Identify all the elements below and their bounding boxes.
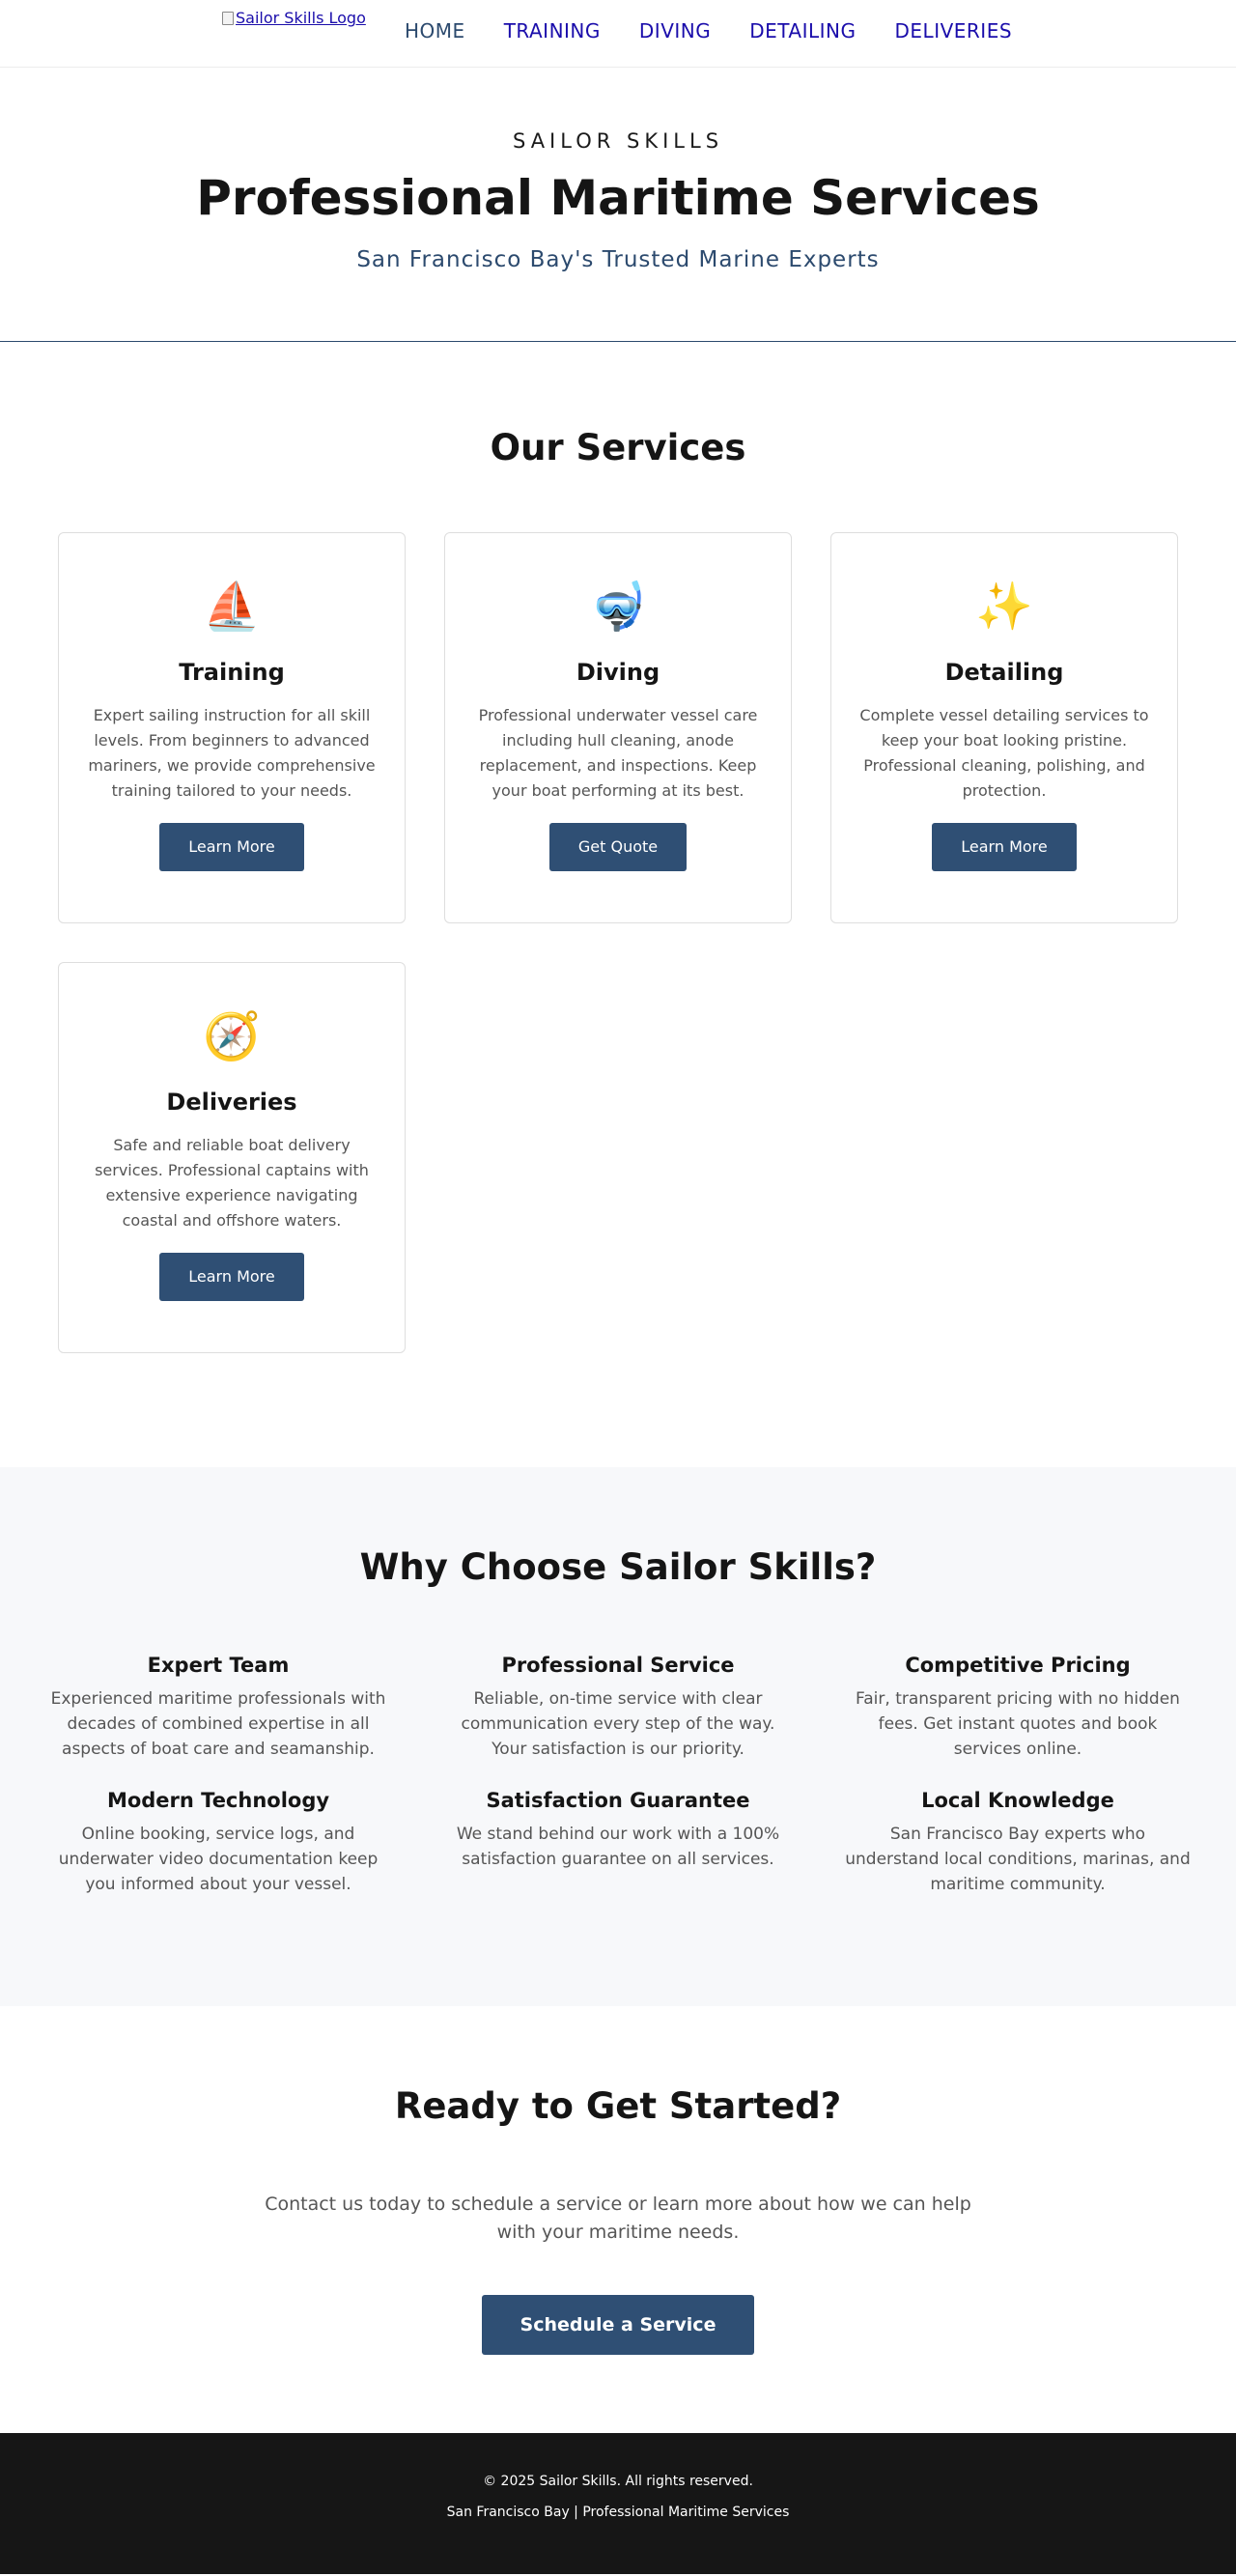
nav-link-training[interactable]: TRAINING — [504, 19, 601, 42]
deliveries-learn-more-button[interactable]: Learn More — [159, 1253, 304, 1301]
nav-links: HOME TRAINING DIVING DETAILING DELIVERIE… — [405, 19, 1012, 42]
diving-get-quote-button[interactable]: Get Quote — [548, 823, 688, 871]
compass-icon: 🧭 — [203, 1009, 261, 1063]
broken-image-icon — [222, 11, 234, 25]
service-card-title: Training — [179, 659, 285, 686]
hero-eyebrow: SAILOR SKILLS — [512, 129, 724, 153]
detailing-learn-more-button[interactable]: Learn More — [932, 823, 1077, 871]
feature-text: San Francisco Bay experts who understand… — [845, 1825, 1191, 1894]
feature-text: Online booking, service logs, and underw… — [58, 1825, 379, 1894]
training-learn-more-button[interactable]: Learn More — [159, 823, 304, 871]
service-card-description: Expert sailing instruction for all skill… — [88, 706, 376, 800]
hero-section: SAILOR SKILLS Professional Maritime Serv… — [0, 68, 1236, 342]
feature-title: Modern Technology — [106, 1789, 330, 1812]
service-card-description: Professional underwater vessel care incl… — [478, 706, 758, 800]
services-title: Our Services — [490, 427, 746, 468]
footer-tagline: San Francisco Bay | Professional Maritim… — [446, 2505, 790, 2520]
cta-text: Contact us today to schedule a service o… — [265, 2194, 971, 2243]
sailboat-icon: ⛵ — [203, 580, 261, 634]
hero-title: Professional Maritime Services — [196, 170, 1040, 226]
feature-competitive-pricing: Competitive Pricing Fair, transparent pr… — [818, 1654, 1218, 1762]
service-card-description: Safe and reliable boat delivery services… — [95, 1136, 369, 1230]
feature-local-knowledge: Local Knowledge San Francisco Bay expert… — [818, 1789, 1218, 1897]
nav-link-detailing[interactable]: DETAILING — [749, 19, 856, 42]
footer: © 2025 Sailor Skills. All rights reserve… — [0, 2433, 1236, 2574]
feature-text: Experienced maritime professionals with … — [50, 1689, 386, 1759]
feature-title: Professional Service — [501, 1654, 735, 1677]
service-card-description: Complete vessel detailing services to ke… — [859, 706, 1149, 800]
feature-title: Local Knowledge — [921, 1789, 1114, 1812]
cta-title: Ready to Get Started? — [394, 2085, 842, 2127]
services-grid: ⛵ Training Expert sailing instruction fo… — [58, 532, 1178, 1353]
hero-tagline: San Francisco Bay's Trusted Marine Exper… — [356, 247, 880, 272]
nav-link-deliveries[interactable]: DELIVERIES — [895, 19, 1013, 42]
service-card-diving: 🤿 Diving Professional underwater vessel … — [444, 532, 792, 923]
services-section: Our Services ⛵ Training Expert sailing i… — [0, 342, 1236, 1467]
why-title: Why Choose Sailor Skills? — [359, 1546, 877, 1588]
feature-text: Fair, transparent pricing with no hidden… — [856, 1689, 1180, 1759]
features-grid: Expert Team Experienced maritime profess… — [18, 1654, 1218, 1897]
feature-title: Expert Team — [147, 1654, 290, 1677]
service-card-deliveries: 🧭 Deliveries Safe and reliable boat deli… — [58, 962, 406, 1353]
top-navigation: Sailor Skills Logo HOME TRAINING DIVING … — [0, 0, 1236, 68]
sparkles-icon: ✨ — [975, 580, 1033, 634]
service-card-title: Diving — [576, 659, 660, 686]
feature-expert-team: Expert Team Experienced maritime profess… — [18, 1654, 418, 1762]
feature-text: We stand behind our work with a 100% sat… — [456, 1825, 780, 1869]
service-card-title: Deliveries — [166, 1089, 297, 1116]
service-card-title: Detailing — [944, 659, 1064, 686]
cta-section: Ready to Get Started? Contact us today t… — [0, 2006, 1236, 2433]
feature-title: Competitive Pricing — [905, 1654, 1131, 1677]
nav-link-diving[interactable]: DIVING — [639, 19, 711, 42]
footer-copyright: © 2025 Sailor Skills. All rights reserve… — [483, 2474, 753, 2489]
nav-link-home[interactable]: HOME — [405, 19, 465, 42]
logo-alt-text: Sailor Skills Logo — [236, 9, 366, 27]
feature-satisfaction-guarantee: Satisfaction Guarantee We stand behind o… — [418, 1789, 818, 1897]
service-card-detailing: ✨ Detailing Complete vessel detailing se… — [830, 532, 1178, 923]
logo-link[interactable]: Sailor Skills Logo — [222, 9, 366, 27]
feature-professional-service: Professional Service Reliable, on-time s… — [418, 1654, 818, 1762]
why-choose-section: Why Choose Sailor Skills? Expert Team Ex… — [0, 1467, 1236, 2006]
feature-title: Satisfaction Guarantee — [486, 1789, 750, 1812]
service-card-training: ⛵ Training Expert sailing instruction fo… — [58, 532, 406, 923]
feature-text: Reliable, on-time service with clear com… — [461, 1689, 775, 1759]
schedule-service-button[interactable]: Schedule a Service — [481, 2295, 755, 2355]
feature-modern-technology: Modern Technology Online booking, servic… — [18, 1789, 418, 1897]
diving-mask-icon: 🤿 — [589, 580, 647, 634]
